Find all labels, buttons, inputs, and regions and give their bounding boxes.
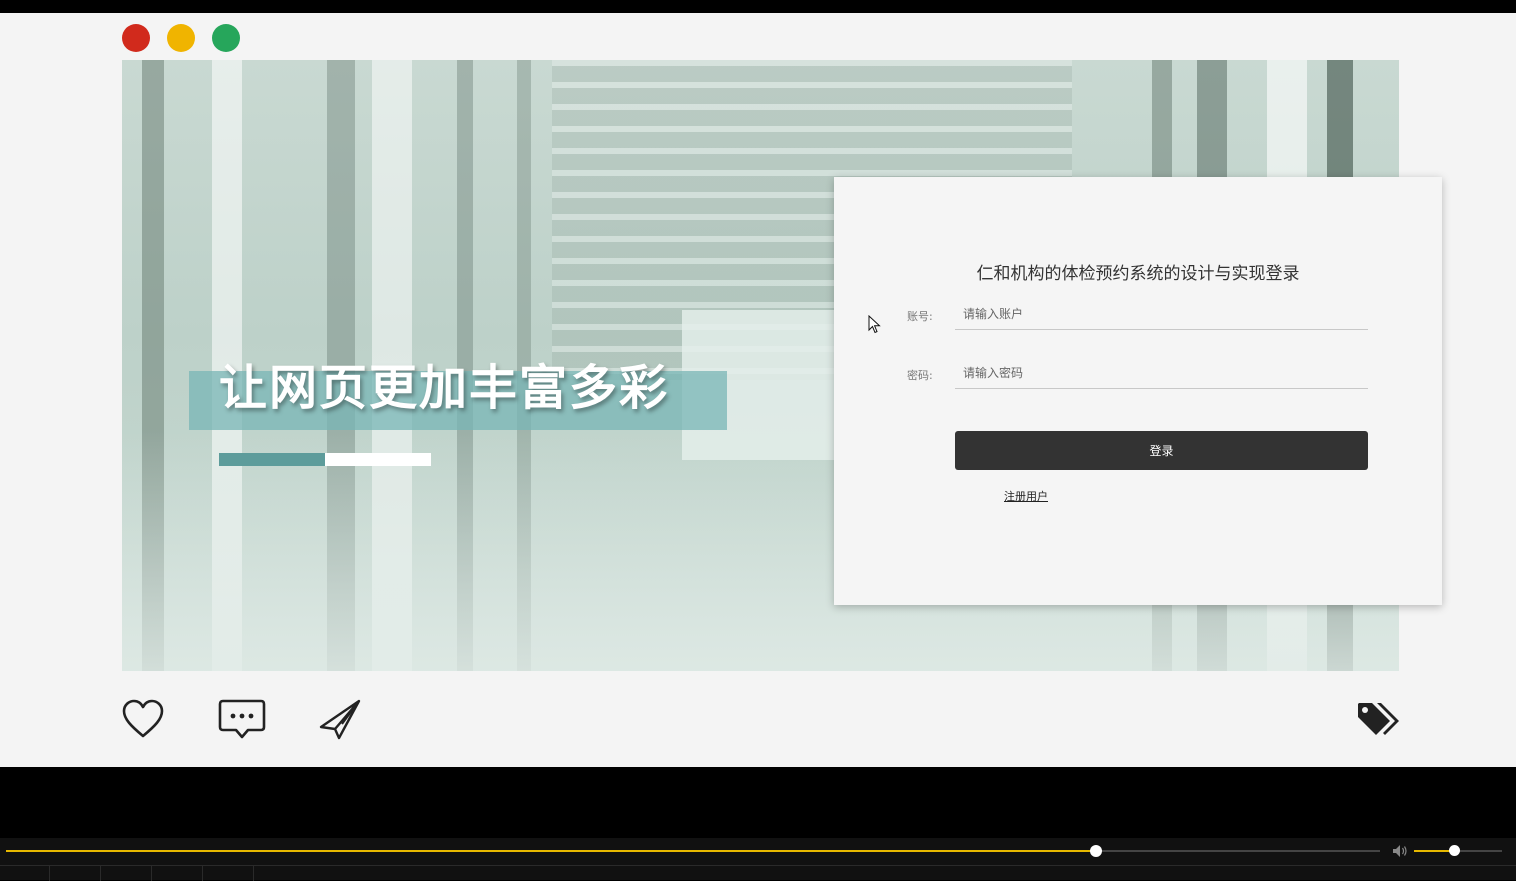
player-tab[interactable]: [51, 866, 101, 881]
comment-icon[interactable]: [218, 698, 266, 740]
password-label: 密码:: [907, 369, 933, 382]
player-tab[interactable]: [153, 866, 203, 881]
seek-slider[interactable]: [6, 845, 1380, 857]
video-player-bar: [0, 838, 1516, 881]
account-input[interactable]: [955, 298, 1368, 330]
tag-icon[interactable]: [1356, 701, 1402, 739]
player-tab[interactable]: [0, 866, 50, 881]
seek-handle[interactable]: [1089, 845, 1102, 857]
headline-bar-teal: [219, 453, 325, 466]
player-tab[interactable]: [102, 866, 152, 881]
account-label: 账号:: [907, 310, 933, 323]
window-close-dot[interactable]: [122, 24, 150, 52]
login-button[interactable]: 登录: [955, 431, 1368, 470]
hero-headline: 让网页更加丰富多彩: [219, 360, 670, 416]
window-minimize-dot[interactable]: [167, 24, 195, 52]
volume-slider[interactable]: [1414, 845, 1502, 856]
seek-progress: [6, 850, 1096, 852]
headline-bar-white: [325, 453, 431, 466]
player-bottom-strip: [0, 865, 1516, 881]
password-input[interactable]: [955, 357, 1368, 389]
screenshot-stage: 让网页更加丰富多彩 仁和机构的体检预约系统的设计与实现登录 账号: 密码: 登录…: [0, 13, 1516, 767]
window-maximize-dot[interactable]: [212, 24, 240, 52]
volume-level: [1414, 850, 1454, 852]
volume-icon[interactable]: [1392, 844, 1408, 858]
send-icon[interactable]: [318, 698, 362, 740]
player-tab[interactable]: [204, 866, 254, 881]
heart-icon[interactable]: [121, 698, 165, 740]
login-title: 仁和机构的体检预约系统的设计与实现登录: [976, 264, 1300, 284]
mouse-cursor-icon: [868, 315, 881, 334]
register-link[interactable]: 注册用户: [1004, 488, 1048, 504]
login-card: 仁和机构的体检预约系统的设计与实现登录 账号: 密码: 登录 注册用户: [834, 177, 1442, 605]
volume-handle[interactable]: [1448, 845, 1460, 856]
